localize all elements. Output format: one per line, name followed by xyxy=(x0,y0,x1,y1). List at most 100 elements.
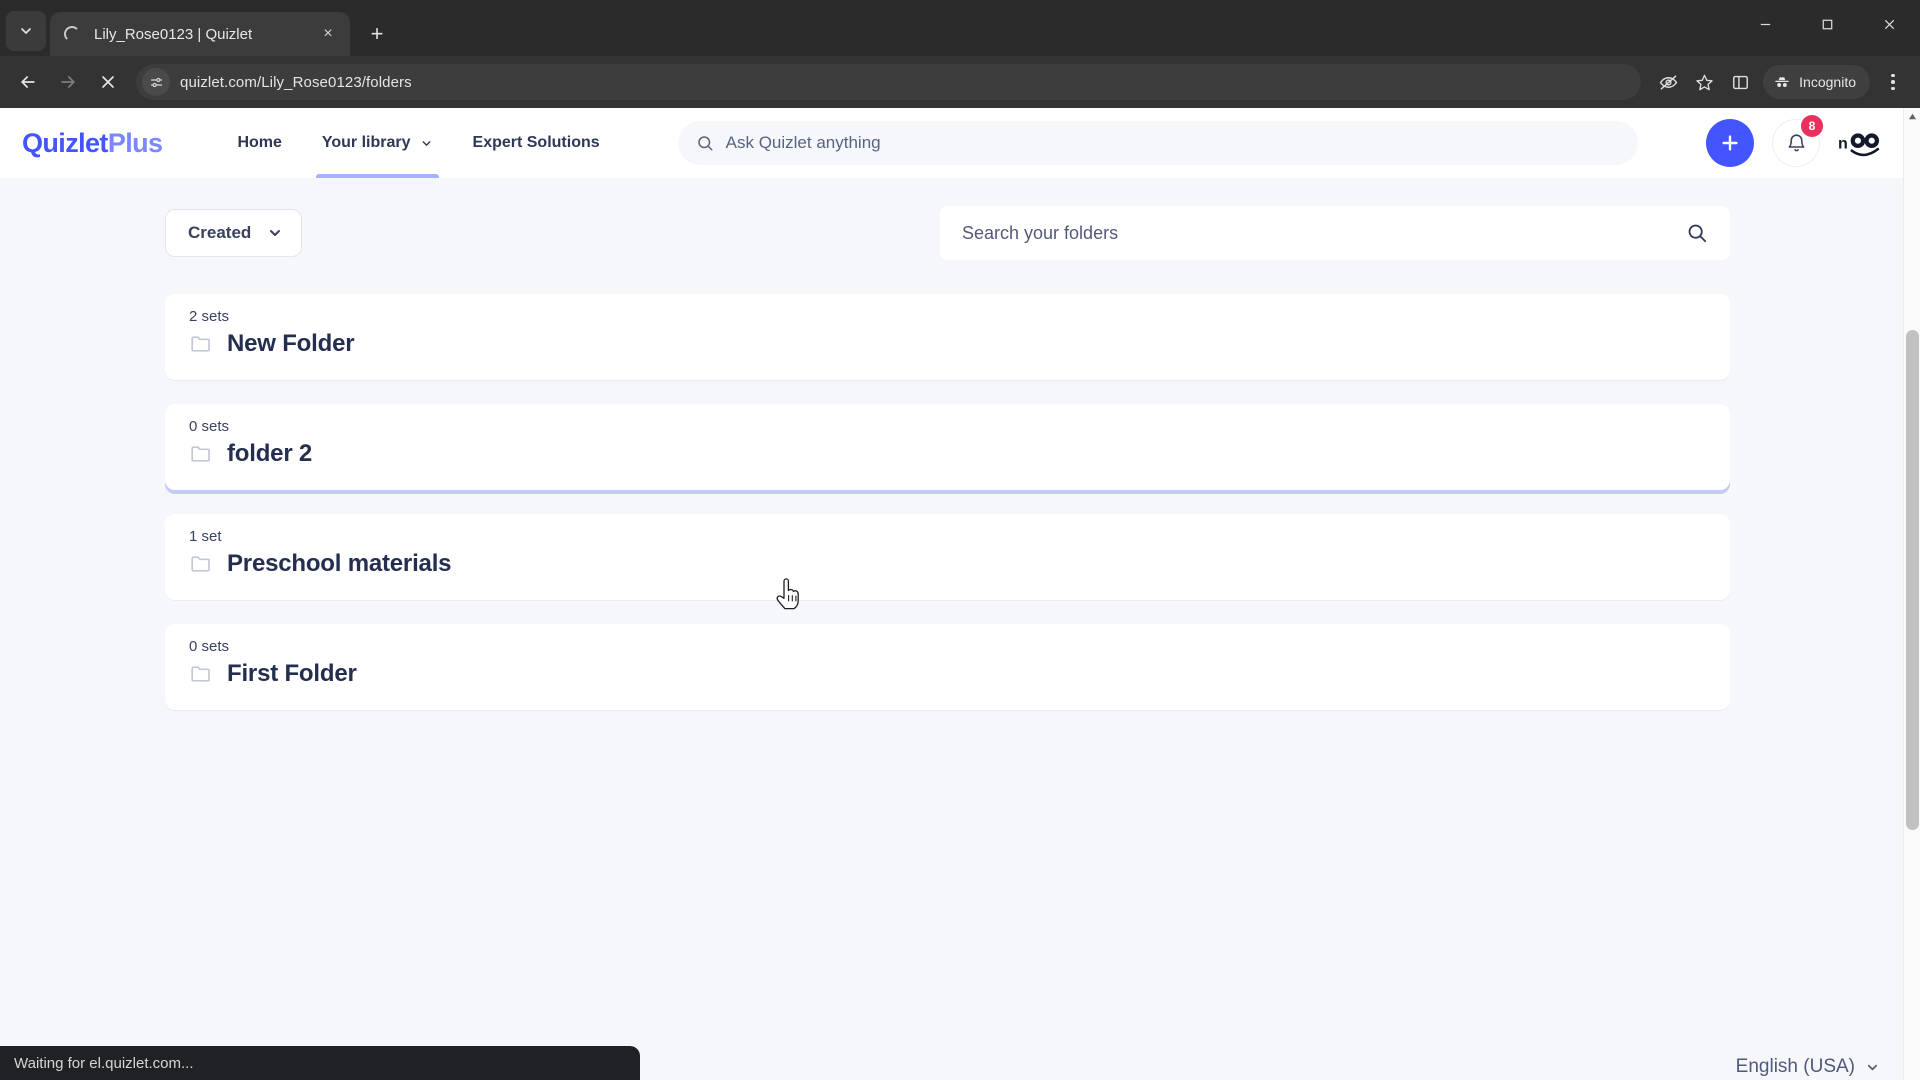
nav-item-expert-solutions[interactable]: Expert Solutions xyxy=(453,108,620,178)
close-icon xyxy=(1884,19,1894,29)
folder-set-count: 0 sets xyxy=(189,638,230,655)
nav-item-home[interactable]: Home xyxy=(217,108,301,178)
incognito-indicator[interactable]: Incognito xyxy=(1763,65,1870,99)
page-viewport: QuizletPlus Home Your library Expert Sol… xyxy=(0,108,1920,1080)
folder-card-main: Preschool materials xyxy=(189,550,1704,578)
minimize-button[interactable] xyxy=(1734,0,1796,48)
status-text: Waiting for el.quizlet.com... xyxy=(14,1054,194,1072)
search-icon xyxy=(697,136,713,151)
arrow-right-icon xyxy=(61,76,75,88)
folder-card[interactable]: 2 sets New Folder xyxy=(165,294,1730,380)
tab-close-icon[interactable]: × xyxy=(316,22,340,46)
language-label: English (USA) xyxy=(1735,1056,1855,1077)
side-panel-button[interactable] xyxy=(1723,65,1757,99)
avatar-face-icon: n xyxy=(1838,133,1880,157)
forward-button[interactable] xyxy=(50,64,86,100)
bookmark-button[interactable] xyxy=(1687,65,1721,99)
close-window-button[interactable] xyxy=(1858,0,1920,48)
menu-dot xyxy=(1891,80,1895,84)
folder-name: folder 2 xyxy=(227,440,313,467)
create-button[interactable] xyxy=(1706,119,1754,167)
notification-badge: 8 xyxy=(1801,115,1823,137)
folder-list: 2 sets New Folder 0 sets folder 2 1 set Presc… xyxy=(165,294,1730,710)
arrow-left-icon xyxy=(21,76,35,88)
sliders-icon xyxy=(150,77,162,87)
folder-name: First Folder xyxy=(227,660,357,687)
browser-titlebar: Lily_Rose0123 | Quizlet × + xyxy=(0,0,1920,56)
tab-strip: Lily_Rose0123 | Quizlet × + xyxy=(0,0,394,56)
chevron-down-icon xyxy=(270,230,281,236)
stop-loading-button[interactable] xyxy=(90,64,126,100)
close-x-icon xyxy=(102,76,114,88)
tracking-protection-icon[interactable] xyxy=(1651,65,1685,99)
minimize-icon xyxy=(1760,23,1770,25)
folder-icon xyxy=(191,666,210,682)
star-icon xyxy=(1695,74,1713,90)
side-panel-icon xyxy=(1732,75,1748,89)
window-controls xyxy=(1734,0,1920,48)
back-button[interactable] xyxy=(10,64,46,100)
page-scrollbar[interactable] xyxy=(1903,108,1920,1080)
browser-toolbar: quizlet.com/Lily_Rose0123/folders Incogn… xyxy=(0,56,1920,108)
bell-icon xyxy=(1788,133,1804,151)
folder-set-count: 2 sets xyxy=(189,308,230,325)
folder-search-input[interactable]: Search your folders xyxy=(940,206,1730,260)
tab-title: Lily_Rose0123 | Quizlet xyxy=(94,25,253,43)
folder-card-main: folder 2 xyxy=(189,440,1704,468)
folder-search-placeholder: Search your folders xyxy=(962,222,1119,243)
folders-page: Created Search your folders 2 sets New Fo… xyxy=(0,206,1920,710)
plus-icon xyxy=(1722,135,1738,151)
address-bar-url: quizlet.com/Lily_Rose0123/folders xyxy=(180,73,412,91)
new-tab-button[interactable]: + xyxy=(360,17,394,51)
browser-menu-button[interactable] xyxy=(1876,64,1910,100)
scroll-up-button[interactable] xyxy=(1904,108,1920,125)
global-search-placeholder: Ask Quizlet anything xyxy=(725,133,881,152)
folder-name: Preschool materials xyxy=(227,550,452,577)
folder-card[interactable]: 0 sets folder 2 xyxy=(165,404,1730,490)
folder-icon xyxy=(191,556,210,572)
status-bar: Waiting for el.quizlet.com... xyxy=(0,1046,640,1080)
search-icon xyxy=(1688,224,1707,243)
chevron-down-icon xyxy=(21,28,31,34)
folder-card-main: New Folder xyxy=(189,330,1704,358)
browser-tab[interactable]: Lily_Rose0123 | Quizlet × xyxy=(50,12,350,56)
folders-toolbar: Created Search your folders xyxy=(165,206,1730,260)
sort-dropdown-label: Created xyxy=(188,223,252,242)
svg-text:n: n xyxy=(1838,134,1848,152)
address-bar[interactable]: quizlet.com/Lily_Rose0123/folders xyxy=(136,64,1642,100)
folder-set-count: 0 sets xyxy=(189,418,230,435)
language-selector[interactable]: English (USA) xyxy=(1736,1056,1880,1078)
user-avatar[interactable]: n xyxy=(1838,120,1884,166)
site-settings-icon[interactable] xyxy=(142,68,170,96)
folder-set-count: 1 set xyxy=(189,528,222,545)
folder-icon xyxy=(191,446,210,462)
folder-card-main: First Folder xyxy=(189,660,1704,688)
maximize-icon xyxy=(1822,19,1832,29)
nav-item-label: Expert Solutions xyxy=(472,134,600,151)
nav-item-label: Your library xyxy=(321,134,411,151)
tab-loading-spinner xyxy=(64,26,80,42)
nav-item-label: Home xyxy=(237,134,282,151)
primary-nav: Home Your library Expert Solutions xyxy=(217,108,619,178)
scrollbar-thumb[interactable] xyxy=(1906,330,1919,830)
sort-dropdown[interactable]: Created xyxy=(165,209,303,257)
chevron-down-icon xyxy=(1867,1064,1878,1070)
logo-suffix: Plus xyxy=(107,127,163,158)
caret-up-icon xyxy=(1908,113,1916,120)
incognito-label: Incognito xyxy=(1799,74,1856,90)
quizlet-header: QuizletPlus Home Your library Expert Sol… xyxy=(0,108,1920,178)
folder-name: New Folder xyxy=(227,330,355,357)
tab-search-icon[interactable] xyxy=(6,11,46,51)
logo-primary: Quizlet xyxy=(22,127,108,158)
quizlet-logo[interactable]: QuizletPlus xyxy=(22,127,163,159)
menu-dot xyxy=(1891,73,1895,78)
maximize-button[interactable] xyxy=(1796,0,1858,48)
eye-off-icon xyxy=(1659,74,1677,90)
header-actions: 8 n xyxy=(1706,115,1896,167)
folder-icon xyxy=(191,336,210,352)
notifications-button[interactable]: 8 xyxy=(1772,115,1823,167)
folder-card[interactable]: 0 sets First Folder xyxy=(165,624,1730,710)
global-search-input[interactable]: Ask Quizlet anything xyxy=(677,121,1638,165)
folder-card[interactable]: 1 set Preschool materials xyxy=(165,514,1730,600)
nav-item-your-library[interactable]: Your library xyxy=(302,108,453,178)
